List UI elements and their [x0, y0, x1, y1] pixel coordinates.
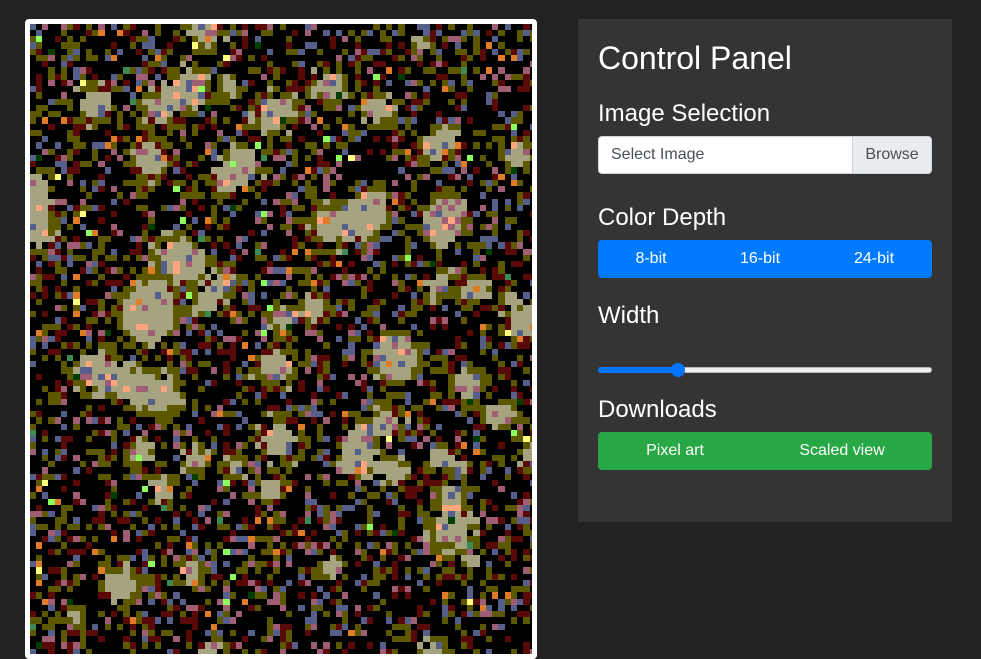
width-slider-fill [598, 367, 679, 373]
24-bit-button[interactable]: 24-bit [816, 240, 932, 278]
image-selection-heading: Image Selection [598, 100, 771, 127]
color-depth-button-group: 8-bit 16-bit 24-bit [598, 240, 932, 278]
downloads-heading: Downloads [598, 396, 717, 423]
control-panel: Control Panel Image Selection Select Ima… [578, 19, 952, 522]
16-bit-button[interactable]: 16-bit [704, 240, 816, 278]
pixel-art-preview [30, 24, 532, 654]
color-depth-heading: Color Depth [598, 204, 727, 231]
panel-title: Control Panel [598, 40, 792, 76]
pixel-art-download-button[interactable]: Pixel art [598, 432, 752, 470]
width-slider-thumb[interactable] [671, 363, 686, 377]
scaled-view-download-button[interactable]: Scaled view [752, 432, 932, 470]
image-file-input[interactable]: Select Image Browse [598, 136, 932, 174]
file-input-placeholder[interactable]: Select Image [599, 137, 852, 173]
8-bit-button[interactable]: 8-bit [598, 240, 704, 278]
browse-button[interactable]: Browse [852, 137, 931, 173]
width-heading: Width [598, 302, 660, 329]
downloads-button-group: Pixel art Scaled view [598, 432, 932, 470]
width-slider[interactable] [598, 360, 932, 380]
pixel-art-preview-frame [25, 19, 537, 659]
